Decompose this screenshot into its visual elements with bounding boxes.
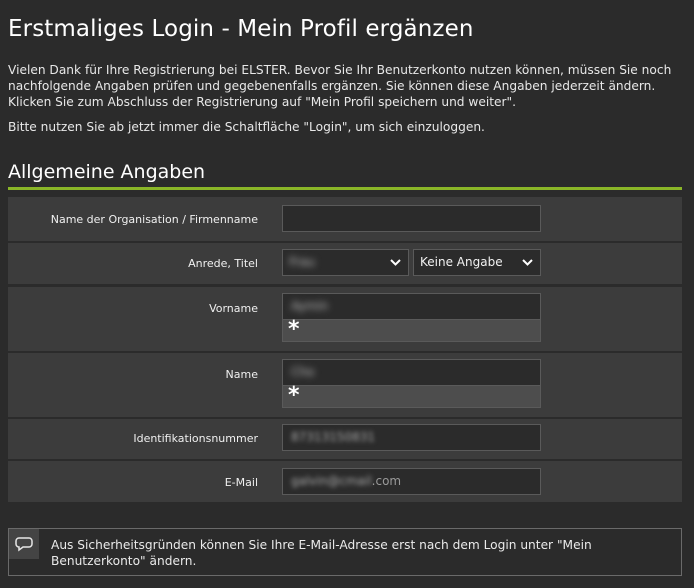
login-hint: Bitte nutzen Sie ab jetzt immer die Scha… — [8, 120, 485, 134]
email-label: E-Mail — [224, 476, 258, 489]
id-number-value: 87313150831 — [291, 430, 375, 444]
intro-paragraph: Vielen Dank für Ihre Registrierung bei E… — [8, 63, 672, 109]
notice-text: Aus Sicherheitsgründen können Sie Ihre E… — [51, 538, 592, 568]
chevron-down-icon — [390, 259, 401, 266]
organisation-label: Name der Organisation / Firmenname — [50, 213, 258, 226]
id-number-label: Identifikationsnummer — [133, 432, 258, 445]
vorname-row: Vorname Aymin * — [8, 287, 682, 351]
name-input[interactable]: Cho — [282, 359, 541, 386]
organisation-input[interactable] — [282, 205, 541, 232]
section-title: Allgemeine Angaben — [8, 161, 206, 183]
page-title: Erstmaliges Login - Mein Profil ergänzen — [8, 16, 474, 42]
vorname-label: Vorname — [209, 302, 258, 315]
required-marker: * — [288, 383, 300, 408]
name-row: Name Cho * — [8, 353, 682, 417]
anrede-select[interactable]: Frau — [282, 249, 409, 276]
speech-bubble-icon — [15, 537, 33, 552]
email-value-local: galvin@cmail — [291, 474, 372, 488]
id-number-input[interactable]: 87313150831 — [282, 424, 541, 451]
vorname-value: Aymin — [291, 299, 329, 313]
anrede-value: Frau — [289, 255, 315, 269]
vorname-required-strip: * — [282, 317, 541, 342]
email-row: E-Mail galvin@cmail.com — [8, 461, 682, 502]
required-marker: * — [288, 317, 300, 342]
name-label: Name — [225, 368, 258, 381]
id-number-row: Identifikationsnummer 87313150831 — [8, 419, 682, 459]
email-change-notice: Aus Sicherheitsgründen können Sie Ihre E… — [8, 528, 682, 576]
vorname-input[interactable]: Aymin — [282, 293, 541, 320]
anrede-row: Anrede, Titel Frau Keine Angabe — [8, 243, 682, 284]
notice-icon-box — [9, 529, 39, 559]
email-input[interactable]: galvin@cmail.com — [282, 468, 541, 495]
titel-select[interactable]: Keine Angabe — [413, 249, 541, 276]
name-required-strip: * — [282, 383, 541, 408]
anrede-label: Anrede, Titel — [188, 257, 258, 270]
chevron-down-icon — [522, 259, 533, 266]
titel-value: Keine Angabe — [420, 255, 503, 269]
email-value-suffix: .com — [371, 474, 402, 488]
organisation-row: Name der Organisation / Firmenname — [8, 197, 682, 241]
name-value: Cho — [291, 365, 315, 379]
section-divider — [8, 187, 682, 190]
